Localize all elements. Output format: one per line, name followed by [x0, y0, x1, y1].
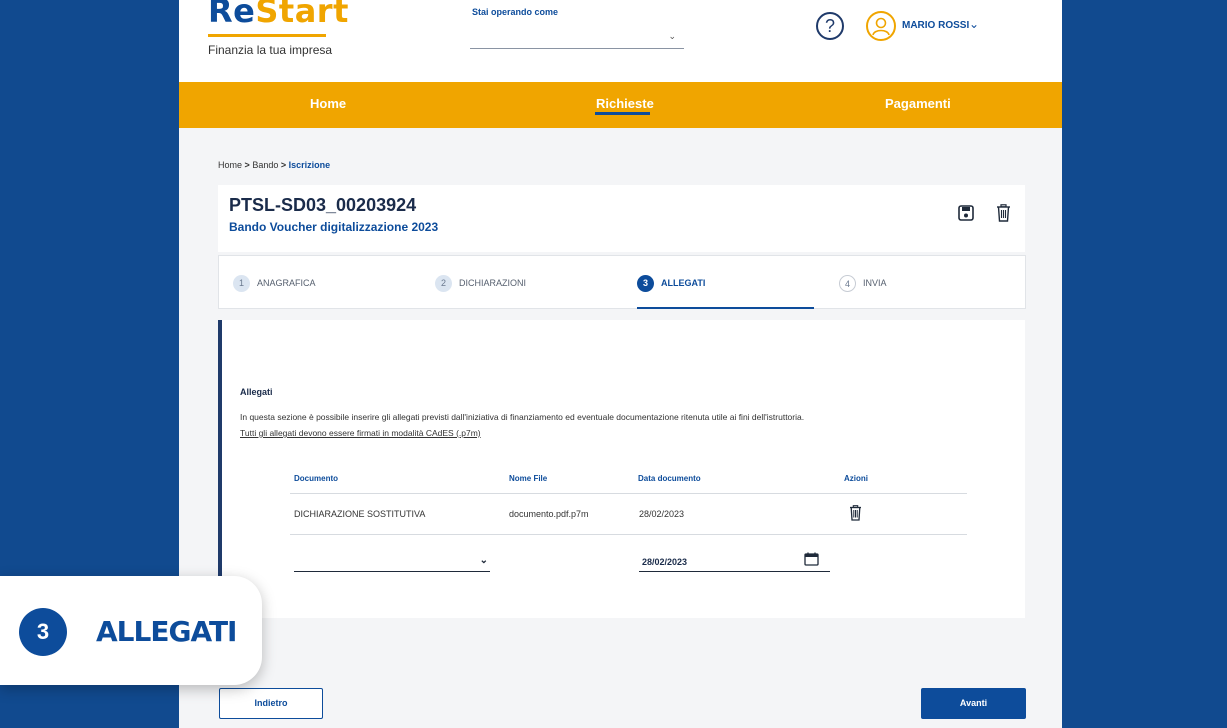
chevron-down-icon[interactable]: ⌄: [969, 17, 979, 31]
nav-active-indicator: [595, 112, 650, 115]
tagline: Finanzia la tua impresa: [208, 43, 333, 57]
breadcrumb: Home > Bando > Iscrizione: [218, 160, 330, 170]
document-date-value: 28/02/2023: [642, 557, 688, 567]
column-header-documento: Documento: [294, 474, 338, 483]
breadcrumb-current: Iscrizione: [288, 160, 331, 170]
column-header-azioni: Azioni: [844, 474, 868, 483]
user-icon: [872, 17, 890, 36]
chevron-down-icon: ⌄: [479, 555, 488, 566]
top-header: ReStart Finanzia la tua impresa Stai ope…: [179, 0, 1062, 82]
logo-underline: [208, 34, 326, 37]
step-number: 4: [839, 275, 856, 292]
save-icon[interactable]: [958, 205, 974, 221]
table-divider: [290, 534, 967, 535]
user-avatar[interactable]: [866, 11, 896, 41]
section-title: Allegati: [240, 387, 273, 397]
app-page: ReStart Finanzia la tua impresa Stai ope…: [179, 0, 1062, 728]
step-invia[interactable]: 4 INVIA: [825, 256, 1027, 310]
overlay-step-number: 3: [19, 608, 67, 656]
step-anagrafica[interactable]: 1 ANAGRAFICA: [219, 256, 421, 310]
restart-logo[interactable]: ReStart: [208, 0, 349, 30]
table-divider: [290, 493, 967, 494]
row-data: 28/02/2023: [639, 509, 685, 519]
step-dichiarazioni[interactable]: 2 DICHIARAZIONI: [421, 256, 623, 310]
cades-info-link[interactable]: Tutti gli allegati devono essere firmati…: [240, 428, 481, 438]
step-allegati[interactable]: 3 ALLEGATI: [623, 256, 825, 310]
row-documento: DICHIARAZIONE SOSTITUTIVA: [294, 509, 426, 519]
step-label: INVIA: [863, 278, 887, 288]
column-header-data: Data documento: [638, 474, 701, 483]
allegati-section: Allegati In questa sezione è possibile i…: [218, 320, 1025, 618]
pratica-code: PTSL-SD03_00203924: [229, 195, 417, 215]
overlay-step-label: ALLEGATI: [96, 615, 237, 648]
help-icon[interactable]: ?: [816, 12, 844, 40]
breadcrumb-bando[interactable]: Bando: [252, 160, 278, 170]
breadcrumb-separator: >: [244, 160, 250, 170]
column-header-nome-file: Nome File: [509, 474, 548, 483]
nav-item-richieste[interactable]: Richieste: [596, 96, 654, 111]
operando-select[interactable]: ⌄: [470, 19, 684, 49]
chevron-down-icon: ⌄: [668, 31, 676, 41]
breadcrumb-separator: >: [280, 160, 287, 170]
document-date-input[interactable]: 28/02/2023: [639, 545, 830, 572]
section-description: In questa sezione è possibile inserire g…: [240, 412, 805, 422]
step-overlay-badge: 3 ALLEGATI: [0, 576, 262, 685]
back-button[interactable]: Indietro: [219, 688, 323, 719]
user-name[interactable]: MARIO ROSSI: [902, 20, 969, 31]
breadcrumb-home[interactable]: Home: [218, 160, 242, 170]
trash-icon[interactable]: [849, 505, 862, 521]
step-number: 1: [233, 275, 250, 292]
document-type-select[interactable]: ⌄: [294, 545, 490, 572]
step-active-indicator: [637, 307, 814, 309]
wizard-stepper: 1 ANAGRAFICA 2 DICHIARAZIONI 3 ALLEGATI …: [218, 255, 1026, 309]
nav-item-pagamenti[interactable]: Pagamenti: [885, 96, 951, 111]
next-button[interactable]: Avanti: [921, 688, 1026, 719]
step-number: 2: [435, 275, 452, 292]
operando-label: Stai operando come: [472, 7, 559, 17]
bando-name: Bando Voucher digitalizzazione 2023: [229, 220, 439, 234]
trash-icon[interactable]: [996, 204, 1011, 222]
step-label: ALLEGATI: [661, 278, 706, 288]
step-number: 3: [637, 275, 654, 292]
step-label: ANAGRAFICA: [257, 278, 316, 288]
row-nome-file: documento.pdf.p7m: [509, 509, 589, 519]
main-nav: Home Richieste Pagamenti: [179, 82, 1062, 128]
step-label: DICHIARAZIONI: [459, 278, 527, 288]
calendar-icon[interactable]: [804, 552, 819, 566]
pratica-header: PTSL-SD03_00203924 Bando Voucher digital…: [218, 185, 1025, 252]
nav-item-home[interactable]: Home: [310, 96, 346, 111]
